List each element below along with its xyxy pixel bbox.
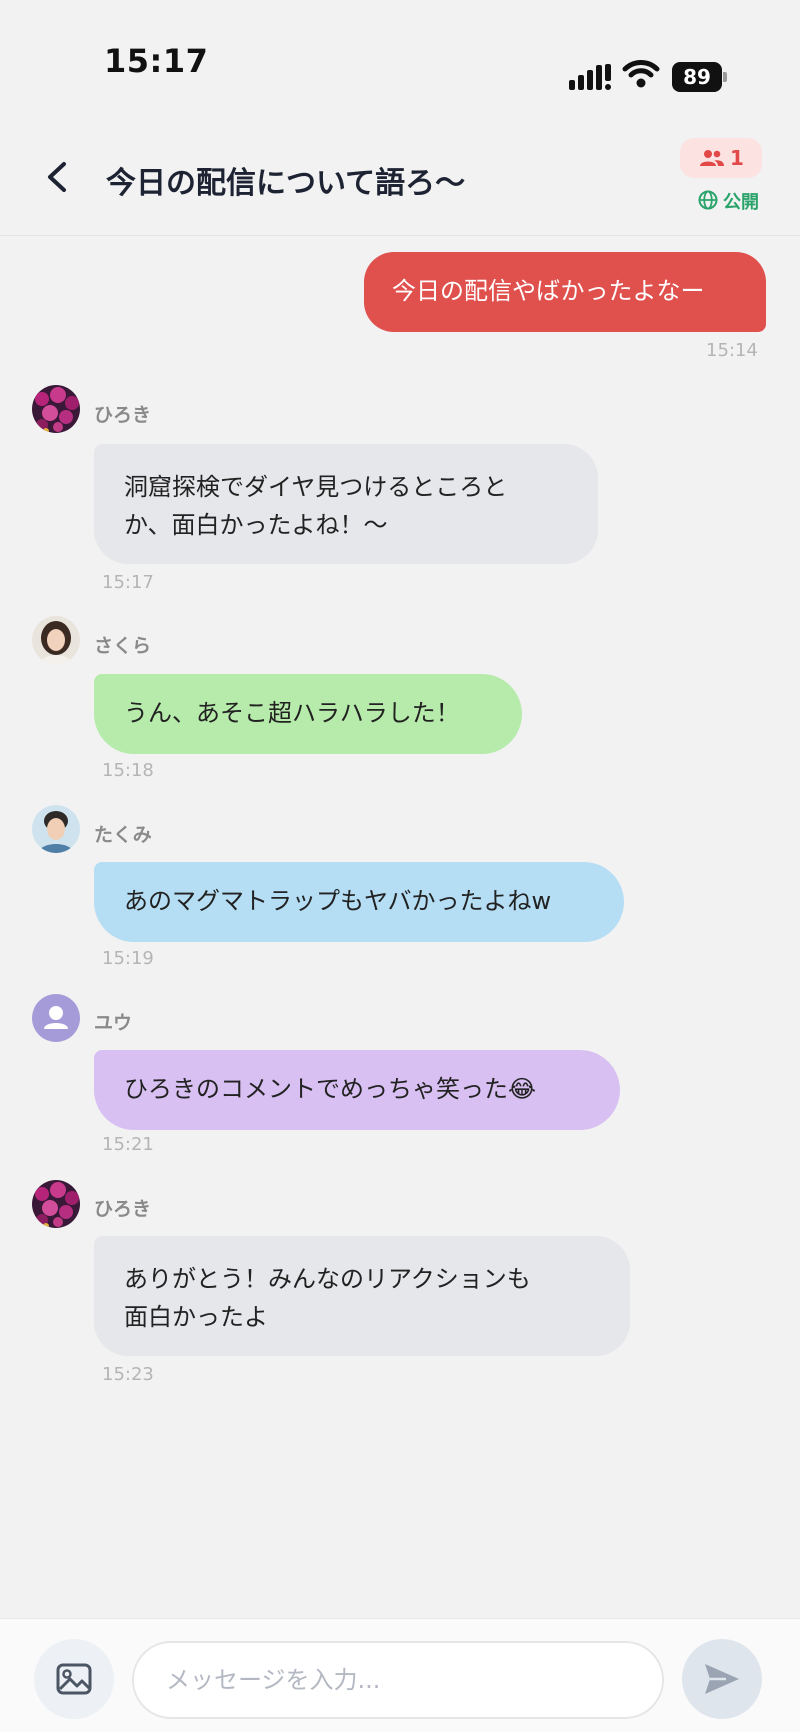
status-time: 15:17 bbox=[104, 42, 209, 80]
send-icon bbox=[705, 1664, 739, 1694]
avatar-hiroki[interactable] bbox=[32, 385, 80, 433]
user-silhouette-icon bbox=[44, 1006, 68, 1029]
sender-name: さくら bbox=[94, 635, 152, 657]
person-photo-avatar bbox=[32, 805, 80, 853]
battery-tip bbox=[723, 72, 727, 82]
image-icon bbox=[56, 1663, 92, 1695]
battery-indicator: 89 bbox=[672, 62, 728, 92]
incoming-message-bubble[interactable]: あのマグマトラップもヤバかったよねw bbox=[94, 862, 624, 942]
message-timestamp: 15:14 bbox=[706, 340, 758, 361]
message-text: あのマグマトラップもヤバかったよねw bbox=[124, 887, 552, 915]
globe-icon bbox=[698, 190, 718, 210]
sender-name: たくみ bbox=[94, 824, 152, 846]
status-bar: 15:17 89 bbox=[0, 0, 800, 120]
incoming-message-bubble[interactable]: ありがとう！みんなのリアクションも 面白かったよ bbox=[94, 1236, 630, 1356]
send-button[interactable] bbox=[682, 1639, 762, 1719]
avatar-hiroki[interactable] bbox=[32, 1180, 80, 1228]
member-count: 1 bbox=[730, 146, 744, 170]
message-text: ひろきのコメントでめっちゃ笑った😂 bbox=[124, 1075, 537, 1103]
avatar-sakura[interactable] bbox=[32, 616, 80, 664]
sender-name: ひろき bbox=[94, 1198, 152, 1220]
message-timestamp: 15:23 bbox=[102, 1364, 154, 1385]
message-text-line: 面白かったよ bbox=[124, 1303, 268, 1331]
flower-photo-avatar bbox=[32, 385, 80, 433]
chat-title: 今日の配信について語ろ～ bbox=[106, 166, 466, 201]
battery-level: 89 bbox=[672, 62, 722, 92]
message-input[interactable] bbox=[132, 1641, 664, 1719]
users-icon bbox=[700, 150, 724, 166]
wifi-icon bbox=[622, 60, 660, 88]
incoming-message-bubble[interactable]: 洞窟探検でダイヤ見つけるところと か、面白かったよね！～ bbox=[94, 444, 598, 564]
person-photo-avatar bbox=[32, 616, 80, 664]
outgoing-message-bubble[interactable]: 今日の配信やばかったよなー bbox=[364, 252, 766, 332]
chat-header: 今日の配信について語ろ～ 1 公開 bbox=[0, 120, 800, 236]
avatar-yuu[interactable] bbox=[32, 994, 80, 1042]
incoming-message-bubble[interactable]: うん、あそこ超ハラハラした！ bbox=[94, 674, 522, 754]
member-count-badge[interactable]: 1 bbox=[680, 138, 762, 178]
message-timestamp: 15:17 bbox=[102, 572, 154, 593]
message-timestamp: 15:21 bbox=[102, 1134, 154, 1155]
message-text-line: ありがとう！みんなのリアクションも bbox=[124, 1265, 531, 1293]
message-input-bar bbox=[0, 1618, 800, 1732]
message-text-line: か、面白かったよね！～ bbox=[124, 511, 388, 539]
message-text-line: 洞窟探検でダイヤ見つけるところと bbox=[124, 473, 508, 501]
flower-photo-avatar bbox=[32, 1180, 80, 1228]
sender-name: ひろき bbox=[94, 404, 152, 426]
message-timestamp: 15:19 bbox=[102, 948, 154, 969]
sender-name: ユウ bbox=[94, 1012, 133, 1034]
back-button[interactable] bbox=[38, 154, 78, 200]
chat-screen: 15:17 89 今日の配信について語ろ～ 1 公開 今日の配信やばかったよなー… bbox=[0, 0, 800, 1732]
avatar-takumi[interactable] bbox=[32, 805, 80, 853]
cellular-signal-icon bbox=[569, 64, 611, 90]
visibility-label: 公開 bbox=[723, 192, 759, 213]
message-text: 今日の配信やばかったよなー bbox=[392, 277, 705, 305]
message-text: うん、あそこ超ハラハラした！ bbox=[124, 699, 460, 727]
incoming-message-bubble[interactable]: ひろきのコメントでめっちゃ笑った😂 bbox=[94, 1050, 620, 1130]
chevron-left-icon bbox=[48, 162, 66, 192]
attach-image-button[interactable] bbox=[34, 1639, 114, 1719]
message-timestamp: 15:18 bbox=[102, 760, 154, 781]
